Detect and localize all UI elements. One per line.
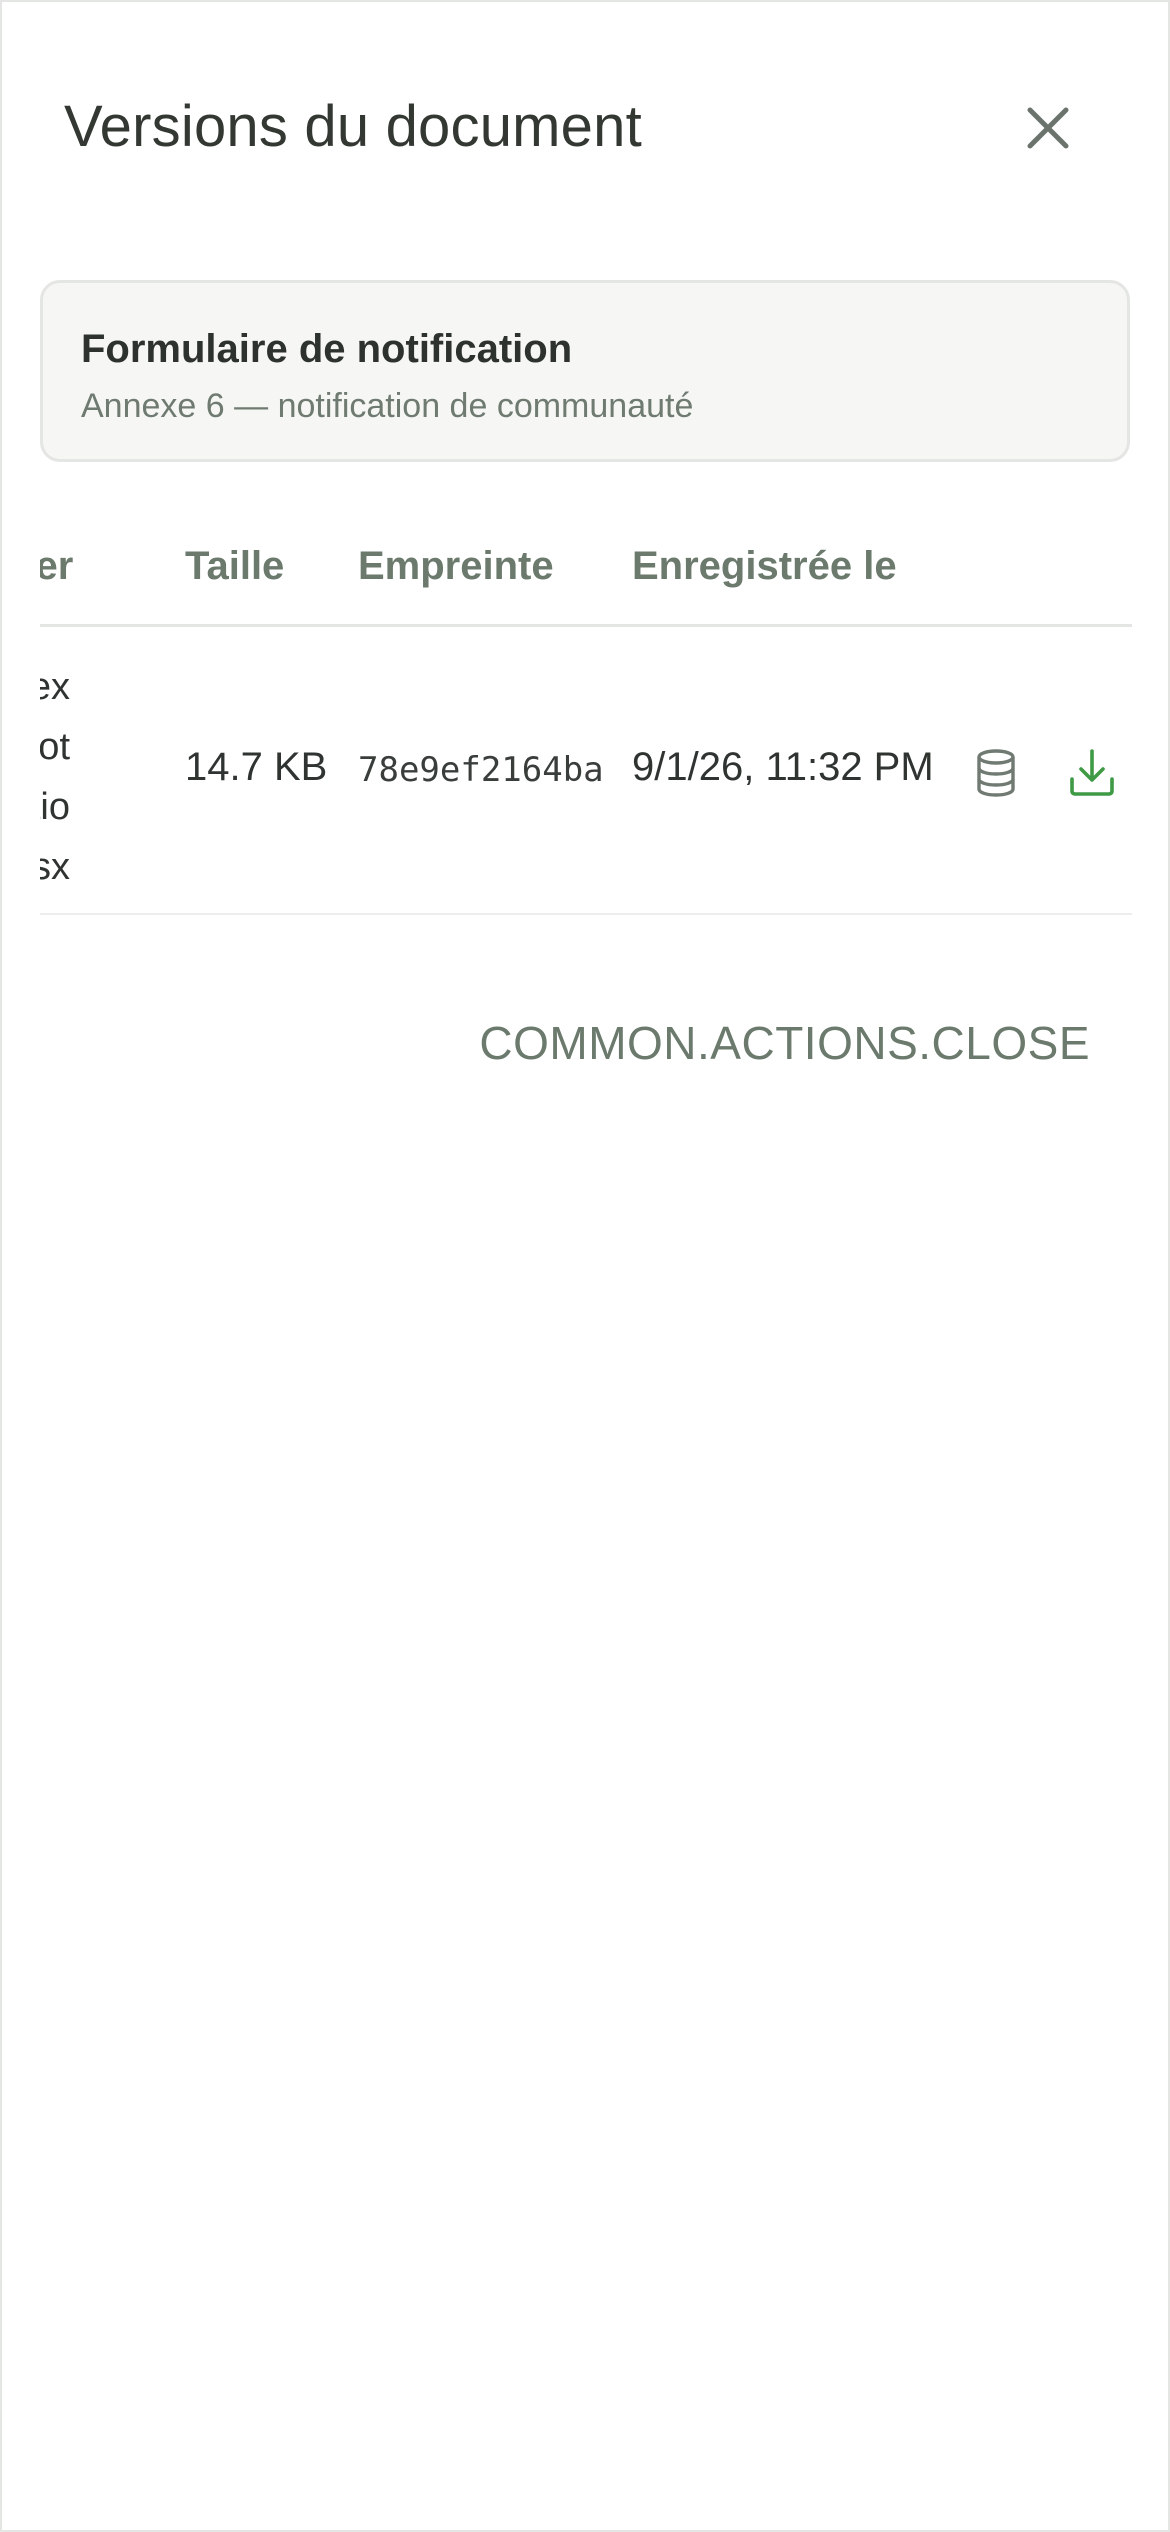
close-icon[interactable] [1010,90,1086,166]
hash-cell: 78e9ef2164ba [358,750,604,790]
dialog-title: Versions du document [64,94,642,159]
document-description: Annexe 6 — notification de communauté [81,387,694,425]
file-size-cell: 14.7 KB [185,745,328,789]
column-header-hash: Empreinte [358,544,554,588]
table-row: nex -not atio lsx 14.7 KB 78e9ef2164ba 9… [40,627,1132,915]
file-name-line: atio [40,786,70,828]
document-versions-dialog: Versions du document Formulaire de notif… [0,0,1170,2532]
column-header-size: Taille [185,544,285,588]
file-name-line: -not [40,726,70,768]
column-header-saved-on: Enregistrée le [632,544,897,588]
document-name: Formulaire de notification [81,327,573,371]
table-header: hier Taille Empreinte Enregistrée le [40,522,1132,627]
download-icon[interactable] [1064,745,1120,801]
column-header-file: hier [40,544,74,588]
database-icon[interactable] [968,745,1024,801]
file-name-line: lsx [40,846,70,888]
document-info-card: Formulaire de notification Annexe 6 — no… [40,280,1130,462]
file-name-cell: nex -not atio lsx [40,657,70,897]
versions-table[interactable]: hier Taille Empreinte Enregistrée le nex… [40,522,1132,922]
close-button[interactable]: COMMON.ACTIONS.CLOSE [479,1016,1090,1070]
saved-on-cell: 9/1/26, 11:32 PM [632,745,934,789]
file-name-line: nex [40,666,70,708]
